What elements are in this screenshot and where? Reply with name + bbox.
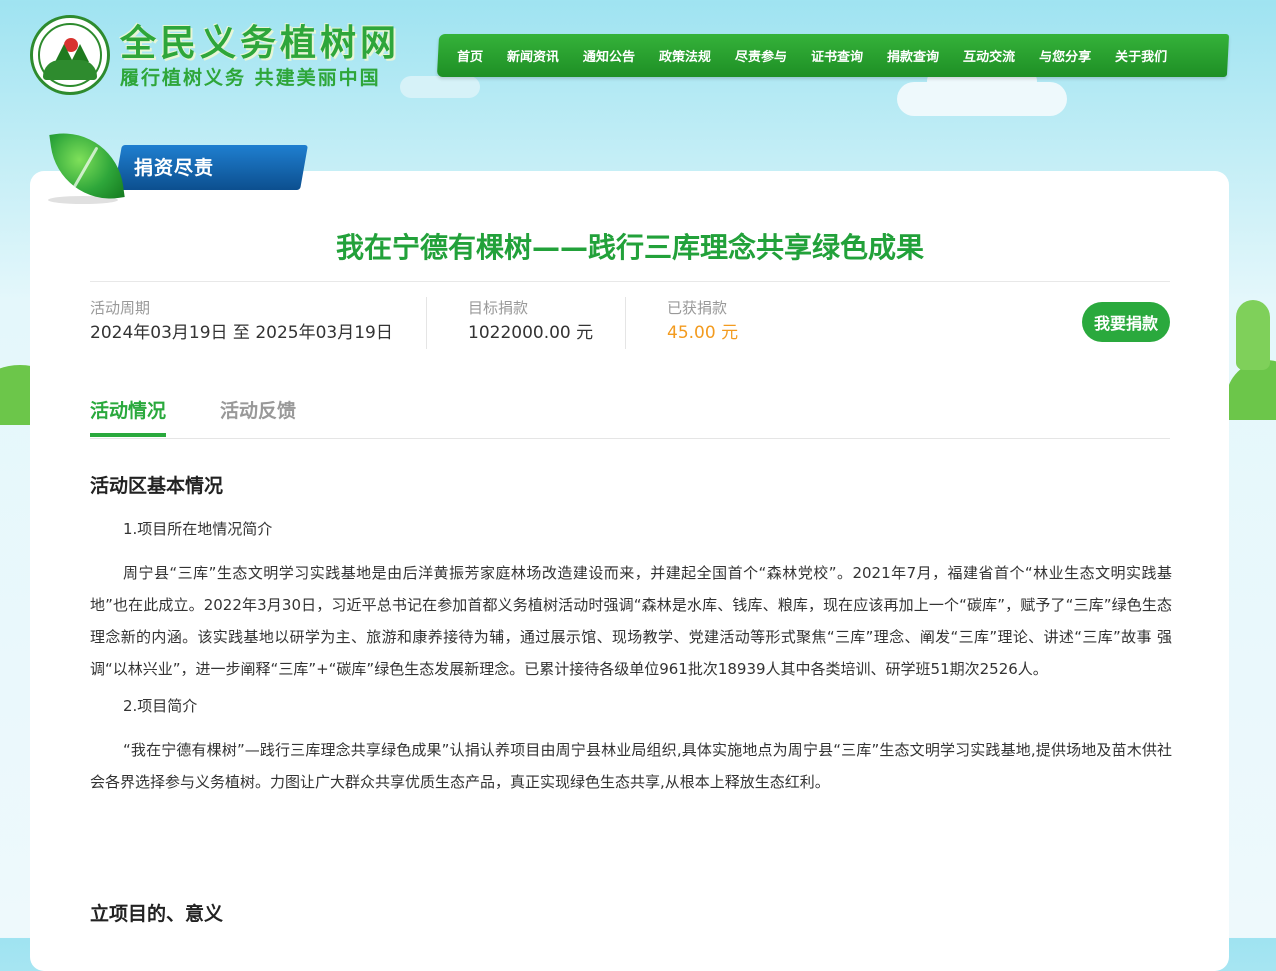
background-tree xyxy=(1236,300,1270,370)
section-heading: 活动区基本情况 xyxy=(90,475,224,497)
stat-raised-value: 45.00 元 xyxy=(667,323,739,343)
main-card: 我在宁德有棵树——践行三库理念共享绿色成果 活动周期 2024年03月19日 至… xyxy=(30,171,1229,971)
nav-item-certificate[interactable]: 证书查询 xyxy=(811,46,864,65)
nav-item-donation-query[interactable]: 捐款查询 xyxy=(887,46,940,65)
stat-period: 活动周期 2024年03月19日 至 2025年03月19日 xyxy=(90,297,393,347)
article-content: 活动区基本情况 1.项目所在地情况简介 周宁县“三库”生态文明学习实践基地是由后… xyxy=(90,471,1172,925)
stat-target-label: 目标捐款 xyxy=(468,299,529,317)
site-logo[interactable]: 全民义务植树网 履行植树义务 共建美丽中国 xyxy=(30,14,400,96)
donate-button[interactable]: 我要捐款 xyxy=(1082,302,1170,342)
background-cloud xyxy=(897,56,1067,116)
logo-emblem-icon xyxy=(30,15,110,95)
site-title: 全民义务植树网 xyxy=(120,23,401,64)
nav-item-about[interactable]: 关于我们 xyxy=(1115,46,1168,65)
site-slogan: 履行植树义务 共建美丽中国 xyxy=(120,67,381,89)
nav-item-home[interactable]: 首页 xyxy=(457,46,484,65)
sub-heading: 1.项目所在地情况简介 xyxy=(123,520,273,538)
nav-item-news[interactable]: 新闻资讯 xyxy=(507,46,560,65)
stat-raised: 已获捐款 45.00 元 xyxy=(667,297,738,347)
nav-item-interaction[interactable]: 互动交流 xyxy=(963,46,1016,65)
paragraph: 周宁县“三库”生态文明学习实践基地是由后洋黄振芳家庭林场改造建设而来，并建起全国… xyxy=(90,564,1172,678)
tab-bar: 活动情况 活动反馈 xyxy=(90,396,1170,439)
stat-target: 目标捐款 1022000.00 元 xyxy=(468,297,593,347)
tab-activity-feedback[interactable]: 活动反馈 xyxy=(220,396,296,433)
page-title: 我在宁德有棵树——践行三库理念共享绿色成果 xyxy=(335,231,924,264)
divider xyxy=(426,297,427,349)
section-tag-label: 捐资尽责 xyxy=(134,157,215,179)
paragraph: “我在宁德有棵树”—践行三库理念共享绿色成果”认捐认养项目由周宁县林业局组织,具… xyxy=(90,741,1172,791)
tab-activity-status[interactable]: 活动情况 xyxy=(90,396,167,437)
divider xyxy=(625,297,626,349)
main-nav: 首页 新闻资讯 通知公告 政策法规 尽责参与 证书查询 捐款查询 互动交流 与您… xyxy=(436,34,1230,77)
nav-item-share[interactable]: 与您分享 xyxy=(1039,46,1092,65)
nav-item-notices[interactable]: 通知公告 xyxy=(583,46,636,65)
stat-period-label: 活动周期 xyxy=(90,299,151,317)
stat-target-value: 1022000.00 元 xyxy=(468,323,594,343)
nav-item-policies[interactable]: 政策法规 xyxy=(659,46,712,65)
divider xyxy=(90,281,1170,282)
project-stats: 活动周期 2024年03月19日 至 2025年03月19日 目标捐款 1022… xyxy=(90,297,1170,351)
stat-period-value: 2024年03月19日 至 2025年03月19日 xyxy=(90,323,393,343)
sub-heading: 2.项目简介 xyxy=(123,697,198,715)
stat-raised-label: 已获捐款 xyxy=(667,299,728,317)
nav-item-participate[interactable]: 尽责参与 xyxy=(735,46,788,65)
section-heading: 立项目的、意义 xyxy=(90,903,224,925)
background-cloud xyxy=(400,76,480,98)
